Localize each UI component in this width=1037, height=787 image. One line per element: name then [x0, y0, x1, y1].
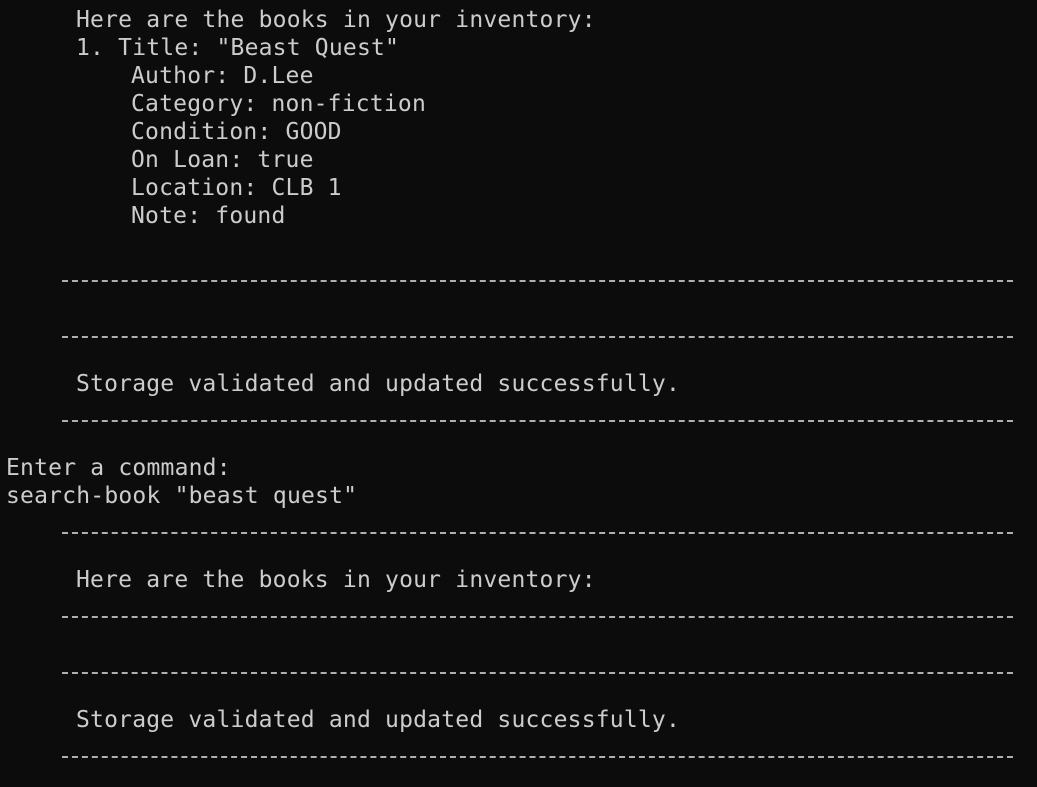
book-title-line: 1. Title: "Beast Quest" — [76, 35, 400, 61]
separator-line — [62, 420, 1013, 422]
separator-line — [62, 532, 1013, 534]
terminal-window[interactable]: Here are the books in your inventory: 1.… — [0, 0, 1037, 787]
book-author: Author: D.Lee — [131, 63, 314, 89]
separator-line — [62, 336, 1013, 338]
command-prompt: Enter a command: — [6, 455, 231, 481]
inventory-header: Here are the books in your inventory: — [76, 7, 596, 33]
separator-line — [62, 280, 1013, 282]
separator-line — [62, 672, 1013, 674]
book-category: Category: non-fiction — [131, 91, 426, 117]
storage-success-message: Storage validated and updated successful… — [76, 707, 681, 733]
command-input[interactable]: search-book "beast quest" — [6, 482, 357, 510]
book-location: Location: CLB 1 — [131, 175, 342, 201]
book-condition: Condition: GOOD — [131, 119, 342, 145]
inventory-header: Here are the books in your inventory: — [76, 567, 596, 593]
book-on-loan: On Loan: true — [131, 147, 314, 173]
separator-line — [62, 756, 1013, 758]
storage-success-message: Storage validated and updated successful… — [76, 371, 681, 397]
separator-line — [62, 616, 1013, 618]
book-note: Note: found — [131, 203, 286, 229]
